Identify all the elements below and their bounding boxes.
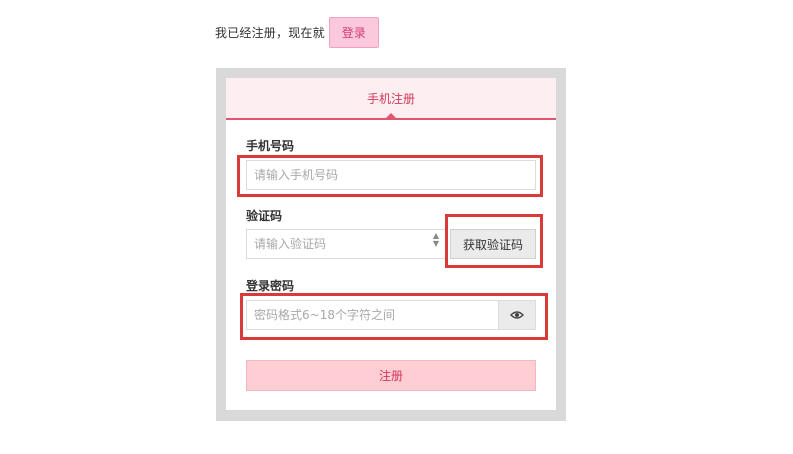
- phone-input[interactable]: [246, 160, 536, 190]
- login-prompt-row: 我已经注册，现在就 登录: [215, 17, 379, 48]
- tab-active-indicator: [385, 113, 397, 119]
- stepper-icon[interactable]: ▲ ▼: [428, 230, 444, 250]
- password-input[interactable]: [246, 300, 499, 330]
- eye-icon: [510, 311, 524, 319]
- tab-bar: 手机注册: [226, 78, 556, 120]
- register-submit-button[interactable]: 注册: [246, 360, 536, 391]
- login-prompt-text: 我已经注册，现在就: [215, 26, 325, 40]
- code-label: 验证码: [246, 209, 283, 223]
- page: 我已经注册，现在就 登录 手机注册 手机号码 验证码 ▲ ▼ 获取验证码 登录密…: [0, 0, 793, 454]
- register-panel-frame: 手机注册 手机号码 验证码 ▲ ▼ 获取验证码 登录密码 注册: [216, 68, 566, 421]
- register-card: 手机注册 手机号码 验证码 ▲ ▼ 获取验证码 登录密码 注册: [226, 78, 556, 410]
- password-label: 登录密码: [246, 279, 295, 293]
- get-code-button[interactable]: 获取验证码: [450, 229, 536, 259]
- login-button[interactable]: 登录: [328, 17, 379, 48]
- password-toggle-button[interactable]: [498, 300, 536, 330]
- code-input[interactable]: [246, 229, 446, 259]
- stepper-down-icon[interactable]: ▼: [433, 240, 439, 248]
- phone-label: 手机号码: [246, 139, 295, 153]
- tab-phone-register[interactable]: 手机注册: [367, 90, 415, 107]
